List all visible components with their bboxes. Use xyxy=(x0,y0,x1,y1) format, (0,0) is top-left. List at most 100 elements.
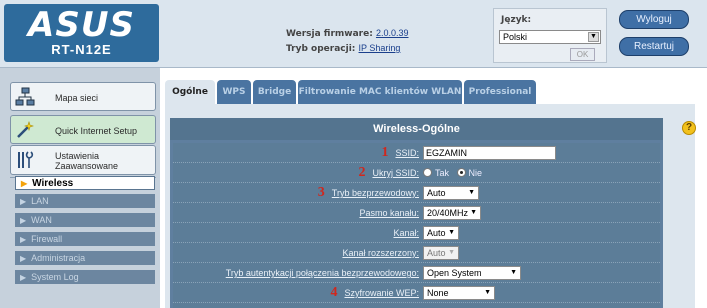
annotation-marker: 2 xyxy=(358,165,366,180)
ssid-input[interactable]: EGZAMIN xyxy=(423,146,556,160)
submenu-label: Wireless xyxy=(32,178,74,189)
logout-button[interactable]: Wyloguj xyxy=(619,10,689,29)
channel-bandwidth-select[interactable]: 20/40MHz ▼ xyxy=(423,206,481,220)
sidebar-item-label: Ustawienia Zaawansowane xyxy=(55,150,119,171)
submenu-label: Administracja xyxy=(31,253,86,263)
firmware-version-link[interactable]: 2.0.0.39 xyxy=(376,28,409,38)
form-row-extension-channel: Kanał rozszerzony: Auto ▼ xyxy=(173,243,660,263)
header: ASUS RT-N12E Wersja firmware: 2.0.0.39 T… xyxy=(0,0,707,68)
radio-yes[interactable] xyxy=(423,168,432,177)
play-arrow-icon: ▶ xyxy=(20,197,27,206)
auth-method-label: Tryb autentykacji połączenia bezprzewodo… xyxy=(225,268,419,278)
auth-method-select[interactable]: Open System ▼ xyxy=(423,266,521,280)
submenu-label: Firewall xyxy=(31,234,63,244)
form-row-channel: Kanał: Auto ▼ xyxy=(173,223,660,243)
chevron-down-icon: ▼ xyxy=(468,189,475,196)
language-box: Język: Polski ▼ OK xyxy=(493,8,607,63)
wireless-mode-label-wrap: 3 Tryb bezprzewodowy: xyxy=(318,183,419,203)
play-arrow-icon: ▶ xyxy=(20,235,27,244)
wireless-mode-value: Auto xyxy=(427,188,446,198)
form-row-ssid: 1 SSID: EGZAMIN xyxy=(173,143,660,163)
wireless-general-panel: Wireless-Ogólne 1 SSID: EGZAMIN 2 Ukryj SS… xyxy=(170,118,663,308)
radio-yes-label: Tak xyxy=(435,168,450,178)
sidebar-item-label: Mapa sieci xyxy=(55,92,99,103)
auth-method-value: Open System xyxy=(427,268,482,278)
sidebar-item-quick-setup[interactable]: Quick Internet Setup xyxy=(10,115,156,144)
channel-label: Kanał: xyxy=(393,228,419,238)
chevron-down-icon: ▼ xyxy=(588,32,599,42)
network-map-icon xyxy=(15,87,35,106)
tab-general[interactable]: Ogólne xyxy=(165,80,215,104)
play-arrow-icon: ▶ xyxy=(20,216,27,225)
wireless-mode-control: Auto ▼ xyxy=(423,186,479,200)
form-row-channel-bandwidth: Pasmo kanału: 20/40MHz ▼ xyxy=(173,203,660,223)
sidebar-item-system-log[interactable]: ▶ System Log xyxy=(15,270,155,284)
annotation-marker: 3 xyxy=(317,185,325,200)
sidebar-item-wan[interactable]: ▶ WAN xyxy=(15,213,155,227)
help-question-icon[interactable]: ? xyxy=(682,121,696,135)
bandwidth-label-wrap: Pasmo kanału: xyxy=(359,203,419,223)
wep-encryption-value: None xyxy=(427,288,449,298)
wep-control: None ▼ xyxy=(423,286,495,300)
ssid-control: EGZAMIN xyxy=(423,146,556,160)
extension-channel-label: Kanał rozszerzony: xyxy=(342,248,419,258)
wireless-mode-label: Tryb bezprzewodowy: xyxy=(331,188,419,198)
extension-channel-select[interactable]: Auto ▼ xyxy=(423,246,459,260)
sidebar-item-advanced-settings[interactable]: Ustawienia Zaawansowane xyxy=(10,145,156,175)
tab-bridge[interactable]: Bridge xyxy=(253,80,296,104)
settings-form: 1 SSID: EGZAMIN 2 Ukryj SSID: Tak Nie 3 Try… xyxy=(173,143,660,308)
sidebar-item-lan[interactable]: ▶ LAN xyxy=(15,194,155,208)
hide-ssid-label: Ukryj SSID: xyxy=(372,168,419,178)
form-row-wireless-mode: 3 Tryb bezprzewodowy: Auto ▼ xyxy=(173,183,660,203)
language-select[interactable]: Polski ▼ xyxy=(499,30,601,44)
hide-ssid-label-wrap: 2 Ukryj SSID: xyxy=(358,163,419,183)
chevron-down-icon: ▼ xyxy=(484,289,491,296)
operation-mode-link[interactable]: IP Sharing xyxy=(359,43,401,53)
hide-ssid-radios: Tak Nie xyxy=(423,166,482,180)
auth-label-wrap: Tryb autentykacji połączenia bezprzewodo… xyxy=(226,263,419,283)
ssid-label-wrap: 1 SSID: xyxy=(381,143,419,163)
firmware-info: Wersja firmware: 2.0.0.39 Tryb operacji:… xyxy=(286,26,409,56)
ssid-label: SSID: xyxy=(395,148,419,158)
annotation-marker: 4 xyxy=(330,285,338,300)
tools-icon xyxy=(18,151,34,168)
bandwidth-control: 20/40MHz ▼ xyxy=(423,206,481,220)
ok-button[interactable]: OK xyxy=(570,48,595,61)
form-row-hide-ssid: 2 Ukryj SSID: Tak Nie xyxy=(173,163,660,183)
submenu-label: LAN xyxy=(31,196,49,206)
chevron-down-icon: ▼ xyxy=(448,249,455,256)
sidebar-item-network-map[interactable]: Mapa sieci xyxy=(10,82,156,111)
auth-control: Open System ▼ xyxy=(423,266,521,280)
play-arrow-icon: ▶ xyxy=(21,179,28,188)
wep-encryption-select[interactable]: None ▼ xyxy=(423,286,495,300)
ext-channel-control: Auto ▼ xyxy=(423,246,459,260)
radio-no[interactable] xyxy=(456,168,466,177)
ext-channel-label-wrap: Kanał rozszerzony: xyxy=(342,243,419,263)
magic-wand-icon xyxy=(17,121,34,138)
annotation-marker: 1 xyxy=(381,145,389,160)
chevron-down-icon: ▼ xyxy=(510,269,517,276)
sidebar: Mapa sieci Quick Internet Setup Ustawien… xyxy=(0,68,160,308)
channel-select[interactable]: Auto ▼ xyxy=(423,226,459,240)
play-arrow-icon: ▶ xyxy=(20,273,27,282)
sidebar-item-administration[interactable]: ▶ Administracja xyxy=(15,251,155,265)
radio-no-label: Nie xyxy=(468,168,483,178)
wep-label-wrap: 4 Szyfrowanie WEP: xyxy=(330,283,419,303)
channel-label-wrap: Kanał: xyxy=(393,223,419,243)
sidebar-item-firewall[interactable]: ▶ Firewall xyxy=(15,232,155,246)
channel-value: Auto xyxy=(427,228,446,238)
sidebar-item-wireless[interactable]: ▶ Wireless xyxy=(15,176,155,190)
channel-bandwidth-value: 20/40MHz xyxy=(427,208,469,218)
wireless-mode-select[interactable]: Auto ▼ xyxy=(423,186,479,200)
form-row-wep-encryption: 4 Szyfrowanie WEP: None ▼ xyxy=(173,283,660,303)
form-row-auth-method: Tryb autentykacji połączenia bezprzewodo… xyxy=(173,263,660,283)
submenu-label: WAN xyxy=(31,215,52,225)
play-arrow-icon: ▶ xyxy=(20,254,27,263)
logo-brand: ASUS xyxy=(28,5,135,45)
restart-button[interactable]: Restartuj xyxy=(619,37,689,56)
tab-professional[interactable]: Professional xyxy=(464,80,536,104)
submenu-label: System Log xyxy=(31,272,79,282)
tab-wps[interactable]: WPS xyxy=(217,80,251,104)
channel-bandwidth-label: Pasmo kanału: xyxy=(359,208,419,218)
tab-mac-filter[interactable]: Filtrowanie MAC klientów WLAN xyxy=(298,80,462,104)
